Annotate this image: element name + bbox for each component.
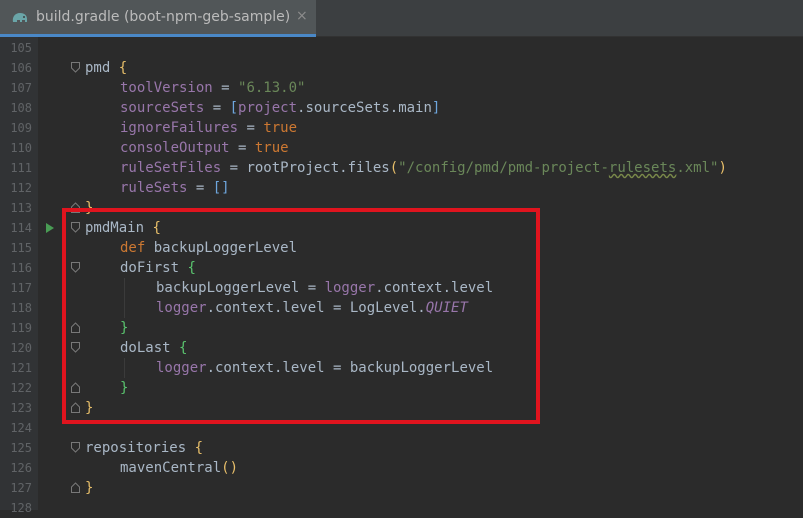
line-number: 111 [10,161,32,175]
line-number: 113 [10,201,32,215]
code-text: ruleSets = [] [120,180,230,196]
line-number: 109 [10,121,32,135]
tab-title: build.gradle (boot-npm-geb-sample) [36,9,291,25]
code-text: mavenCentral() [120,460,239,476]
code-text: pmd { [85,60,128,76]
code-text: consoleOutput = true [120,140,289,156]
code-line: 125 repositories { [0,438,803,458]
line-number: 126 [10,461,32,475]
tab-build-gradle[interactable]: build.gradle (boot-npm-geb-sample) × [0,0,316,37]
fold-end-icon[interactable] [71,482,80,493]
code-text: ruleSetFiles = rootProject.files("/confi… [120,160,727,176]
line-number: 122 [10,381,32,395]
code-text: repositories { [85,440,204,456]
code-line: 106 pmd { [0,58,803,78]
line-number: 106 [10,61,32,75]
code-line: 111 ruleSetFiles = rootProject.files("/c… [0,158,803,178]
line-number: 115 [10,241,32,255]
code-text: ignoreFailures = true [120,120,298,136]
code-line: 112 ruleSets = [] [0,178,803,198]
code-line: 107 toolVersion = "6.13.0" [0,78,803,98]
code-line: 109 ignoreFailures = true [0,118,803,138]
code-text: toolVersion = "6.13.0" [120,80,306,96]
line-number: 110 [10,141,32,155]
line-number: 118 [10,301,32,315]
code-line: 127 } [0,478,803,498]
code-text: sourceSets = [project.sourceSets.main] [120,100,441,116]
line-number: 116 [10,261,32,275]
line-number: 114 [10,221,32,235]
code-line: 105 [0,38,803,58]
code-text: } [85,480,94,496]
line-number: 107 [10,81,32,95]
line-number: 105 [10,41,32,55]
fold-start-icon[interactable] [71,62,80,73]
code-line: 108 sourceSets = [project.sourceSets.mai… [0,98,803,118]
line-number: 120 [10,341,32,355]
code-line: 110 consoleOutput = true [0,138,803,158]
code-line: 126 mavenCentral() [0,458,803,478]
fold-start-icon[interactable] [71,442,80,453]
line-number: 108 [10,101,32,115]
line-number: 125 [10,441,32,455]
line-number: 128 [10,501,32,515]
line-number: 121 [10,361,32,375]
code-line: 128 [0,498,803,518]
line-number: 123 [10,401,32,415]
line-number: 124 [10,421,32,435]
line-number: 127 [10,481,32,495]
line-number: 119 [10,321,32,335]
code-editor[interactable]: 105 106 pmd { 107 toolVersion = "6.13.0"… [0,37,803,515]
editor-tab-bar: build.gradle (boot-npm-geb-sample) × [0,0,803,37]
highlight-annotation-box [62,208,540,424]
close-tab-icon[interactable]: × [296,8,308,24]
gradle-elephant-icon [12,13,27,22]
line-number: 112 [10,181,32,195]
run-task-icon[interactable] [46,223,54,233]
line-number: 117 [10,281,32,295]
